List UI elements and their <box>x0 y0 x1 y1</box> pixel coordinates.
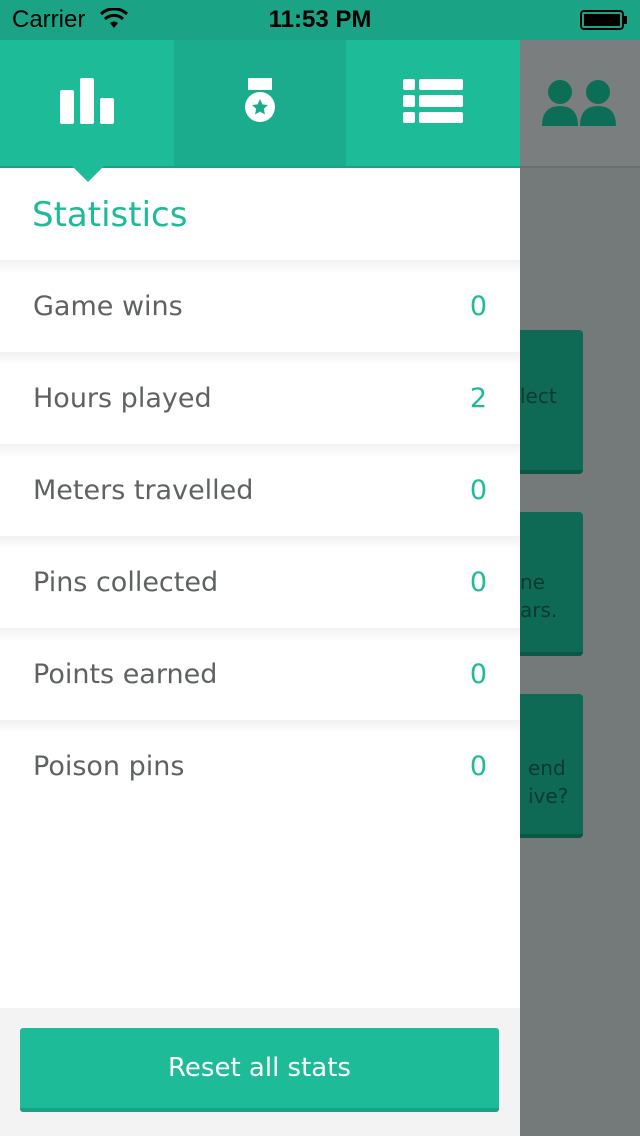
battery-icon <box>580 10 628 35</box>
friends-icon[interactable] <box>542 78 616 132</box>
selected-tab-pointer <box>72 166 104 182</box>
stat-row-game-wins: Game wins 0 <box>0 260 520 352</box>
stat-label: Meters travelled <box>33 475 254 506</box>
stat-row-pins-collected: Pins collected 0 <box>0 536 520 628</box>
background-card-text: ne ars. <box>520 570 558 622</box>
stat-label: Hours played <box>33 383 212 414</box>
stat-label: Pins collected <box>33 567 219 598</box>
bar-chart-icon <box>60 78 114 128</box>
clock: 11:53 PM <box>268 6 372 33</box>
medal-icon <box>244 78 276 128</box>
stat-label: Game wins <box>33 291 183 322</box>
stat-value: 0 <box>469 659 487 690</box>
tab-list[interactable] <box>346 40 520 166</box>
stat-value: 0 <box>469 751 487 782</box>
list-icon <box>403 79 463 127</box>
stat-row-poison-pins: Poison pins 0 <box>0 720 520 812</box>
stat-value: 2 <box>469 383 487 414</box>
reset-stats-button[interactable]: Reset all stats <box>20 1028 499 1112</box>
stat-row-meters-travelled: Meters travelled 0 <box>0 444 520 536</box>
tab-statistics[interactable] <box>0 40 174 182</box>
stat-row-hours-played: Hours played 2 <box>0 352 520 444</box>
background-header <box>520 40 640 168</box>
stat-label: Points earned <box>33 659 218 690</box>
drawer-tabbar <box>0 40 520 182</box>
app-screen: Carrier 11:53 PM lect ne ars. end ive? S… <box>0 0 640 1136</box>
status-bar: Carrier 11:53 PM <box>0 0 640 40</box>
stat-value: 0 <box>469 475 487 506</box>
background-card-text: lect <box>520 384 557 408</box>
stat-value: 0 <box>469 567 487 598</box>
stat-row-points-earned: Points earned 0 <box>0 628 520 720</box>
side-drawer: Statistics Game wins 0 Hours played 2 Me… <box>0 40 520 1136</box>
background-card-text: end ive? <box>528 756 569 808</box>
tab-awards[interactable] <box>174 40 346 166</box>
stat-value: 0 <box>469 291 487 322</box>
stat-label: Poison pins <box>33 751 185 782</box>
drawer-footer: Reset all stats <box>0 1008 520 1136</box>
